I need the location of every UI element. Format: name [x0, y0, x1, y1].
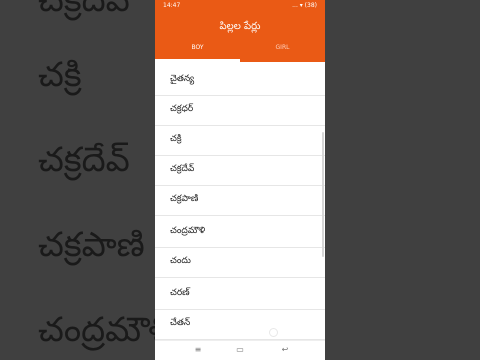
name-text: చేతన్ [170, 318, 191, 328]
menu-icon[interactable]: ≡ [192, 345, 204, 355]
name-text: చక్రి [170, 134, 182, 144]
navigation-bar: ≡ ▭ ↩ [155, 340, 325, 360]
tab-boy[interactable]: BOY [155, 44, 240, 51]
name-text: చైతన్య [170, 74, 195, 84]
scrollbar[interactable] [322, 132, 324, 257]
name-text: చందు [170, 256, 191, 266]
status-icons: ... ▾ (38) [292, 2, 317, 9]
name-text: చరణ్ [170, 288, 190, 298]
background-word: చక్రి [38, 55, 82, 95]
background-word: చక్రదేవ్ [38, 140, 130, 180]
phone-screen: 14:47 ... ▾ (38) పిల్లల పేర్లు BOY GIRL … [155, 0, 325, 360]
back-icon[interactable]: ↩ [279, 345, 291, 355]
name-text: చక్రపాణి [170, 194, 199, 204]
home-icon[interactable]: ▭ [234, 345, 246, 355]
status-time: 14:47 [163, 2, 181, 9]
list-item[interactable]: చరణ్ [155, 280, 325, 310]
tab-girl[interactable]: GIRL [240, 44, 325, 51]
list-item[interactable]: చక్రి [155, 126, 325, 156]
background-word: చంద్రమౌళి [38, 310, 172, 350]
list-item[interactable]: చేతన్ [155, 310, 325, 340]
list-item[interactable]: చందు [155, 248, 325, 278]
touch-indicator [269, 328, 278, 337]
status-bar: 14:47 ... ▾ (38) [163, 2, 317, 12]
name-text: చక్రధర్ [170, 104, 194, 114]
name-text: చక్రదేవ్ [170, 164, 195, 174]
list-item[interactable]: చక్రదేవ్ [155, 156, 325, 186]
background-word: చక్రపాణి [38, 225, 145, 265]
name-text: చంద్రమౌళి [170, 226, 206, 236]
background-word: చక్రదేవ్ [38, 0, 130, 20]
list-item[interactable]: చక్రపాణి [155, 186, 325, 216]
list-item[interactable]: చంద్రమౌళి [155, 218, 325, 248]
app-header: 14:47 ... ▾ (38) పిల్లల పేర్లు BOY GIRL [155, 0, 325, 62]
names-list[interactable]: చైతన్య చక్రధర్ చక్రి చక్రదేవ్ చక్రపాణి చ… [155, 62, 325, 340]
app-title: పిల్లల పేర్లు [219, 21, 261, 32]
list-item[interactable]: చక్రధర్ [155, 96, 325, 126]
list-item[interactable]: చైతన్య [155, 66, 325, 96]
